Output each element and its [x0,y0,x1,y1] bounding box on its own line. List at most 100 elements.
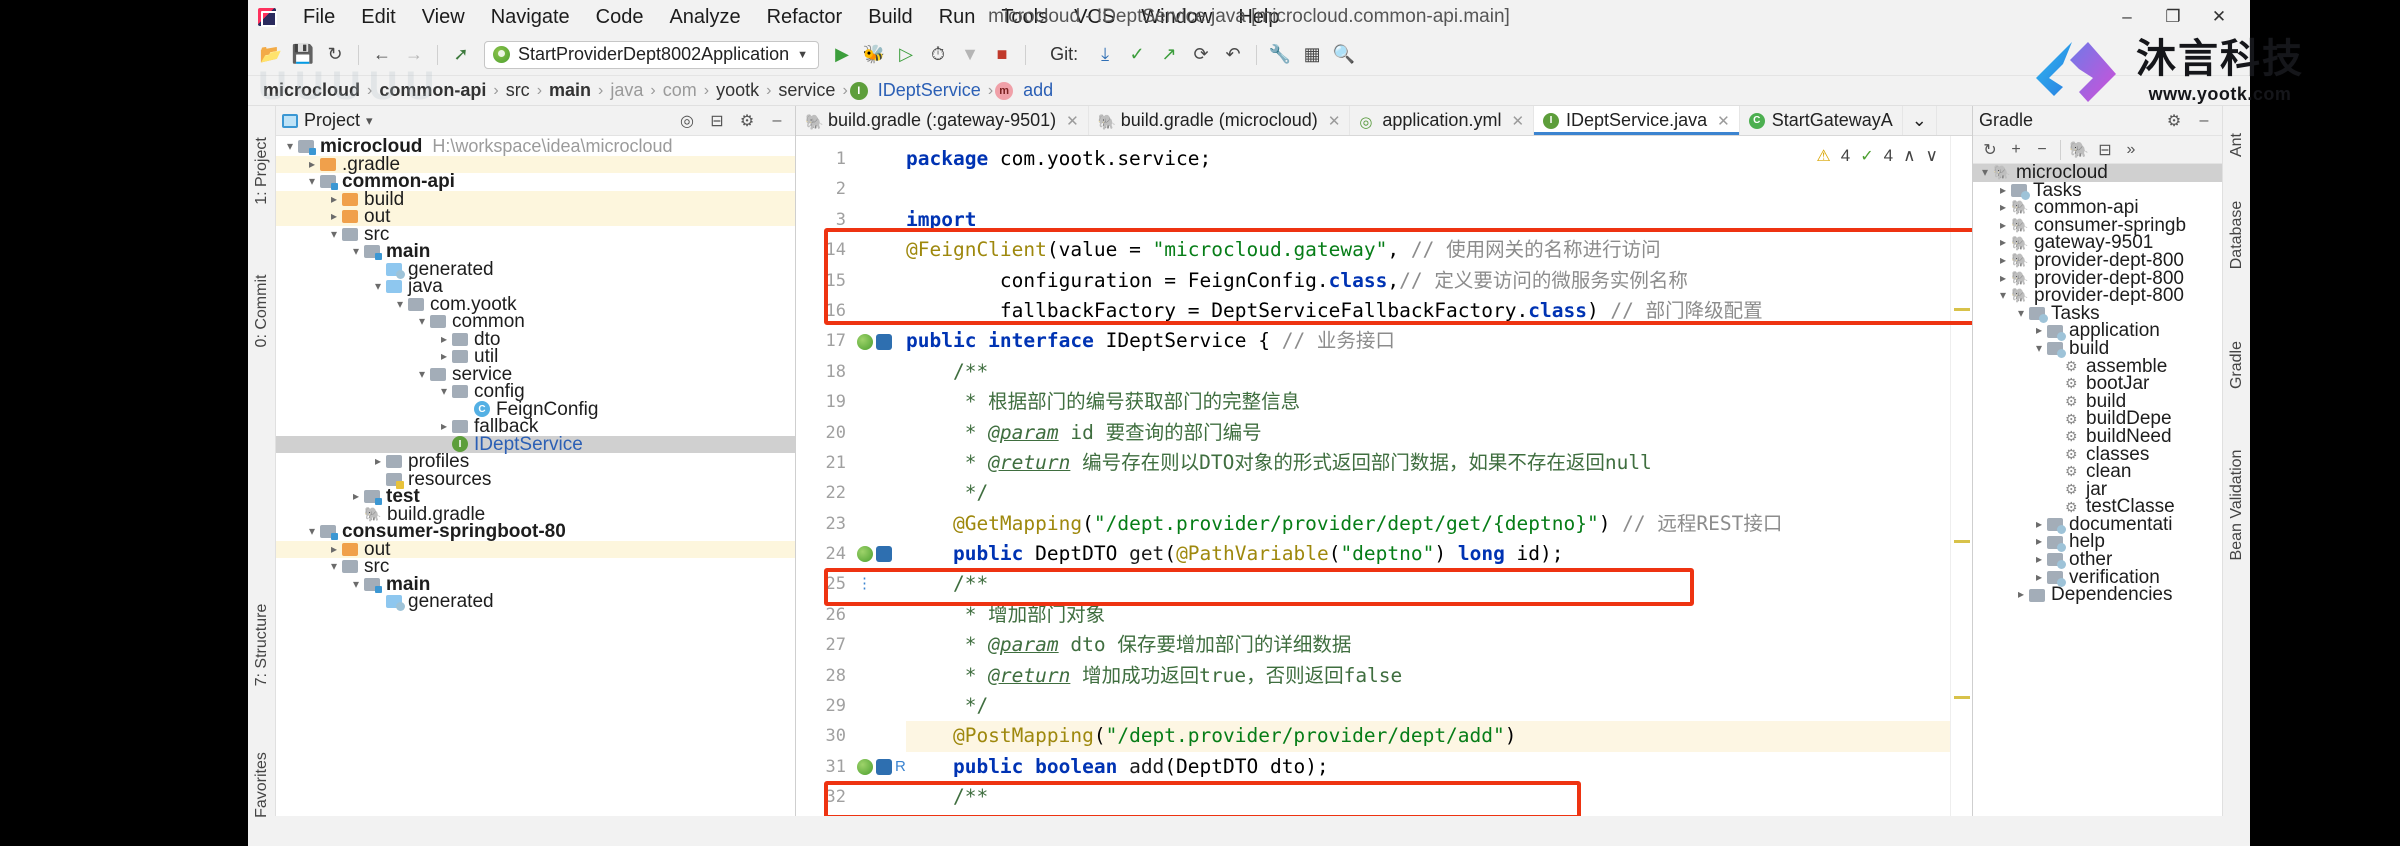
menu-build[interactable]: Build [855,0,925,34]
expand-arrow-icon[interactable]: ▸ [304,156,320,174]
breadcrumb-main[interactable]: main [544,80,596,101]
tree-item[interactable]: ▸ out [276,207,795,226]
breadcrumb-microcloud[interactable]: microcloud [258,80,365,101]
tool-window-favorites[interactable]: Favorites [253,752,271,818]
menu-refactor[interactable]: Refactor [754,0,856,34]
refresh-icon[interactable]: ↻ [1978,138,2002,162]
expand-arrow-icon[interactable]: ▸ [436,418,452,436]
code-line[interactable]: */ [906,478,1972,508]
expand-arrow-icon[interactable]: ▸ [348,488,364,506]
run-gutter-icon[interactable] [857,759,873,775]
expand-arrow-icon[interactable]: ▸ [2031,551,2047,569]
menu-analyze[interactable]: Analyze [656,0,753,34]
editor-tab[interactable]: 🐘 build.gradle (microcloud) ✕ [1089,106,1351,135]
tree-item[interactable]: ▸IIDeptService [276,435,795,453]
tab-overflow-icon[interactable]: ⌄ [1903,106,1937,135]
code-line[interactable]: public DeptDTO get(@PathVariable("deptno… [906,539,1972,569]
close-icon[interactable]: ✕ [1328,112,1341,130]
tool-window-structure[interactable]: 7: Structure [253,604,271,687]
collapse-arrow-icon[interactable]: ▾ [414,313,430,331]
collapse-arrow-icon[interactable]: ▾ [326,226,342,244]
git-history-icon[interactable]: ⟳ [1186,40,1216,70]
editor-gutter-marks[interactable]: ⋮ R [854,136,906,816]
minus-icon[interactable]: − [2030,138,2054,162]
menu-edit[interactable]: Edit [348,0,408,34]
hide-panel-icon[interactable]: – [765,109,789,133]
tool-window-project[interactable]: 1: Project [253,137,271,205]
project-tree[interactable]: ▾ microcloud H:\workspace\idea\microcloud ▸… [276,136,795,816]
minimize-button[interactable]: – [2104,0,2150,34]
back-arrow-icon[interactable]: ← [367,40,397,70]
code-line[interactable]: * @return 编号存在则以DTO对象的形式返回部门数据，如果不存在返回nu… [906,448,1972,478]
code-line[interactable]: package com.yootk.service; [906,144,1972,174]
tree-item[interactable]: ▾ common-api [276,172,795,190]
code-line[interactable]: public boolean add(DeptDTO dto); [906,752,1972,782]
tool-window-bean-validation[interactable]: Bean Validation [2228,450,2246,561]
expand-arrow-icon[interactable]: ▸ [2031,322,2047,340]
menu-run[interactable]: Run [926,0,989,34]
code-line[interactable]: import [906,205,1972,235]
expand-arrow-icon[interactable]: ▸ [436,348,452,366]
expand-arrow-icon[interactable]: ▸ [2031,533,2047,551]
tree-item[interactable]: ▸resources [276,470,795,489]
expand-arrow-icon[interactable]: ▸ [1995,252,2011,270]
inspection-scrollbar[interactable] [1950,136,1972,816]
git-rollback-icon[interactable]: ↶ [1218,40,1248,70]
implementation-gutter-icon[interactable] [876,546,892,563]
profiler-chevron-icon[interactable]: ▼ [955,40,985,70]
forward-arrow-icon[interactable]: → [399,40,429,70]
close-icon[interactable]: ✕ [1511,112,1524,130]
inspection-widget[interactable]: ⚠ 4 ✓ 4 ∧ ∨ [1816,146,1938,166]
breadcrumb-add[interactable]: add [1018,80,1058,101]
tree-item[interactable]: ▸ util [276,347,795,366]
collapse-arrow-icon[interactable]: ▾ [392,296,408,314]
expand-arrow-icon[interactable]: ▸ [2031,569,2047,587]
tree-item[interactable]: ▸ fallback [276,417,795,436]
git-commit-icon[interactable]: ✓ [1122,40,1152,70]
fold-marker-icon[interactable]: ⋮ [857,569,872,599]
settings-wrench-icon[interactable]: 🔧 [1265,40,1295,70]
expand-arrow-icon[interactable]: ▸ [370,453,386,471]
git-push-icon[interactable]: ↗ [1154,40,1184,70]
more-options-icon[interactable]: » [2119,138,2143,162]
gear-icon[interactable]: ⚙ [735,109,759,133]
collapse-arrow-icon[interactable]: ▾ [1995,287,2011,305]
code-line[interactable] [906,174,1972,204]
collapse-arrow-icon[interactable]: ▾ [326,558,342,576]
tree-item[interactable]: ▾ microcloud H:\workspace\idea\microcloud [276,137,795,156]
tree-item[interactable]: ▾ src [276,225,795,244]
maximize-button[interactable]: ❐ [2150,0,2196,34]
expand-arrow-icon[interactable]: ▸ [1995,270,2011,288]
gear-icon[interactable]: ⚙ [2162,109,2186,133]
collapse-arrow-icon[interactable]: ▾ [348,243,364,261]
code-line[interactable]: /** [906,357,1972,387]
sync-icon[interactable]: ↻ [320,40,350,70]
editor-tab[interactable]: ◎ application.yml ✕ [1350,106,1535,135]
code-line[interactable]: * @return 增加成功返回true，否则返回false [906,661,1972,691]
menu-file[interactable]: File [290,0,348,34]
code-line[interactable]: /** [906,569,1972,599]
breadcrumb-src[interactable]: src [501,80,535,101]
tree-item[interactable]: ▾ src [276,557,795,576]
expand-arrow-icon[interactable]: ▸ [2013,586,2029,604]
editor-tab[interactable]: I IDeptService.java ✕ [1534,106,1740,135]
expand-all-icon[interactable]: ⊟ [2093,138,2117,162]
collapse-arrow-icon[interactable]: ▾ [2031,340,2047,358]
collapse-arrow-icon[interactable]: ▾ [414,366,430,384]
close-icon[interactable]: ✕ [1066,112,1079,130]
collapse-arrow-icon[interactable]: ▾ [1977,164,1993,182]
tree-item[interactable]: ▾ build [1973,339,2222,359]
collapse-arrow-icon[interactable]: ▾ [304,523,320,541]
expand-arrow-icon[interactable]: ▸ [1995,199,2011,217]
rest-client-gutter-icon[interactable]: R [895,752,906,782]
run-gutter-icon[interactable] [857,333,873,350]
expand-arrow-icon[interactable]: ▸ [326,191,342,209]
tree-item[interactable]: ▸ build [276,190,795,209]
code-line[interactable]: * @param id 要查询的部门编号 [906,418,1972,448]
tree-item[interactable]: ▾ main [276,575,795,593]
code-line[interactable]: @FeignClient(value = "microcloud.gateway… [906,235,1972,265]
stop-icon[interactable]: ■ [987,40,1017,70]
open-folder-icon[interactable]: 📂 [256,40,286,70]
collapse-arrow-icon[interactable]: ▾ [282,138,298,156]
code-line[interactable]: * 列出所有的部门数据信息 [906,813,1972,817]
